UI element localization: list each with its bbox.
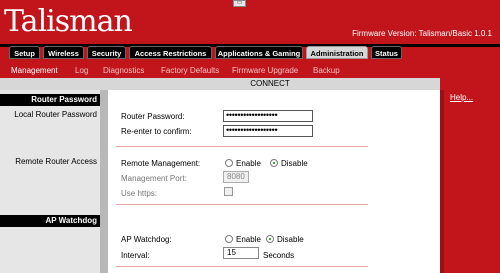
section-divider [116,146,368,147]
remote-router-access-label: Remote Router Access [15,157,97,166]
firmware-version: Firmware Version: Talisman/Basic 1.0.1 [352,29,492,38]
help-column [440,78,500,273]
connect-label: CONNECT [100,78,440,90]
use-https-label: Use https: [121,189,158,198]
subtab-backup[interactable]: Backup [313,66,340,75]
ap-watchdog-enable-radio[interactable] [225,235,233,243]
help-column-edge [440,90,444,273]
management-port-label: Management Port: [121,174,187,183]
interval-label: Interval: [121,251,150,260]
subtab-factory-defaults[interactable]: Factory Defaults [161,66,219,75]
content-gutter [100,90,108,273]
management-port-input[interactable]: 8080 [223,171,249,183]
reenter-password-label: Re-enter to confirm: [121,127,192,136]
interval-unit-label: Seconds [263,251,295,260]
section-divider [116,204,368,205]
subtab-management[interactable]: Management [11,66,58,75]
ap-watchdog-disable-label: Disable [277,235,304,244]
ap-watchdog-header: AP Watchdog [0,215,100,227]
interval-input[interactable]: 15 [223,247,259,259]
ap-watchdog-enable-label: Enable [236,235,261,244]
remote-management-disable-label: Disable [281,159,308,168]
tab-administration[interactable]: Administration [306,46,368,59]
tab-security[interactable]: Security [87,46,126,59]
tab-applications-gaming[interactable]: Applications & Gaming [215,46,303,59]
ap-watchdog-disable-radio[interactable] [266,235,274,243]
router-password-header: Router Password [0,94,100,106]
router-password-label: Router Password: [121,112,185,121]
tab-setup[interactable]: Setup [9,46,40,59]
remote-management-disable-radio[interactable] [270,159,278,167]
connect-strip-left [0,78,100,90]
tab-status[interactable]: Status [371,46,402,59]
window-restore-icon[interactable]: ▭ [233,0,246,7]
help-link[interactable]: Help... [450,93,473,102]
reenter-password-input[interactable]: •••••••••••••••••• [223,125,313,137]
subtab-diagnostics[interactable]: Diagnostics [103,66,144,75]
tab-access-restrictions[interactable]: Access Restrictions [129,46,212,59]
local-router-password-label: Local Router Password [14,110,97,119]
ap-watchdog-label: AP Watchdog: [121,235,172,244]
subtab-firmware-upgrade[interactable]: Firmware Upgrade [232,66,298,75]
remote-management-label: Remote Management: [121,159,201,168]
talisman-logo: Talisman [4,4,133,39]
tab-wireless[interactable]: Wireless [43,46,84,59]
router-password-input[interactable]: •••••••••••••••••• [223,110,313,122]
subtab-log[interactable]: Log [75,66,88,75]
remote-management-enable-label: Enable [236,159,261,168]
remote-management-enable-radio[interactable] [225,159,233,167]
section-divider [116,266,368,267]
use-https-checkbox[interactable] [224,187,233,196]
